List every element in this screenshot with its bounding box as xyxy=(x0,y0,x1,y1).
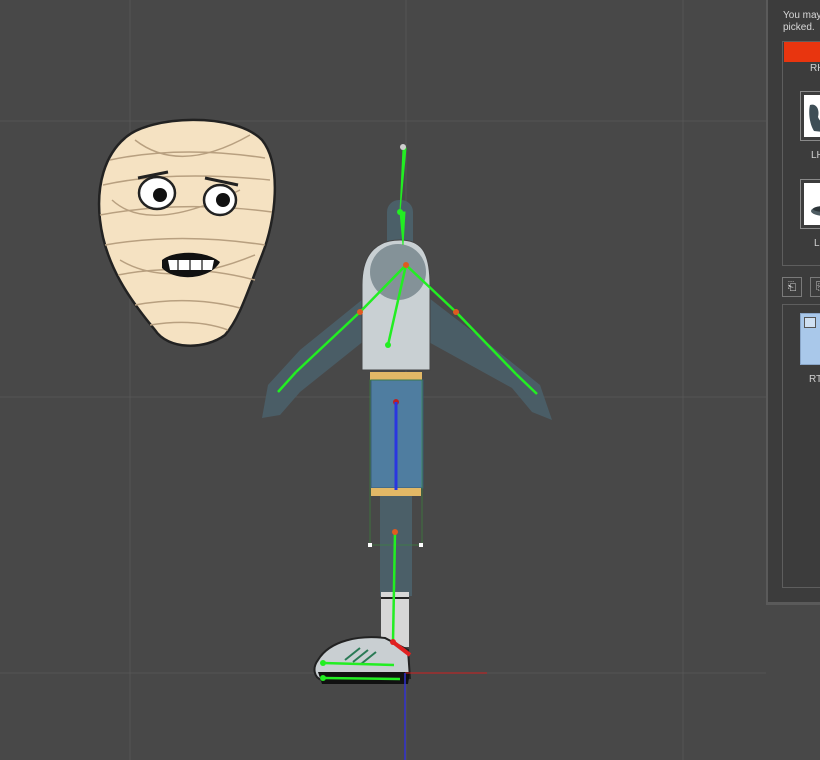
hint-line-1: You may xyxy=(783,10,820,21)
mummy-head-sprite[interactable] xyxy=(97,118,277,347)
slot-label-lh-2: LH xyxy=(814,238,820,249)
slot-thumbnail-lh-2[interactable] xyxy=(800,179,820,229)
slot-thumbnail-lh-1[interactable] xyxy=(800,91,820,141)
panel-hint: You may picked. xyxy=(783,10,820,34)
scene-viewport[interactable] xyxy=(0,0,820,760)
rt-label: RT xyxy=(809,374,820,385)
export-button[interactable]: ⎘ xyxy=(810,277,820,297)
export-icon: ⎘ xyxy=(816,281,820,293)
selected-slot-bar[interactable] xyxy=(784,42,820,62)
slot-label-lh-1: LH xyxy=(811,150,820,161)
dark-hand-thumbnail-icon xyxy=(809,104,820,132)
slot-label-rh: RH xyxy=(810,63,820,74)
sprite-picker-panel: You may picked. RH LH LH ⎗ ⎘ RT xyxy=(766,0,820,605)
hint-line-2: picked. xyxy=(783,22,815,33)
character-sprite[interactable] xyxy=(262,200,552,684)
import-button[interactable]: ⎗ xyxy=(782,277,802,297)
rt-thumbnail[interactable] xyxy=(800,313,820,365)
import-icon: ⎗ xyxy=(787,281,797,293)
flat-hand-thumbnail-icon xyxy=(811,206,820,216)
picture-icon xyxy=(804,317,816,328)
